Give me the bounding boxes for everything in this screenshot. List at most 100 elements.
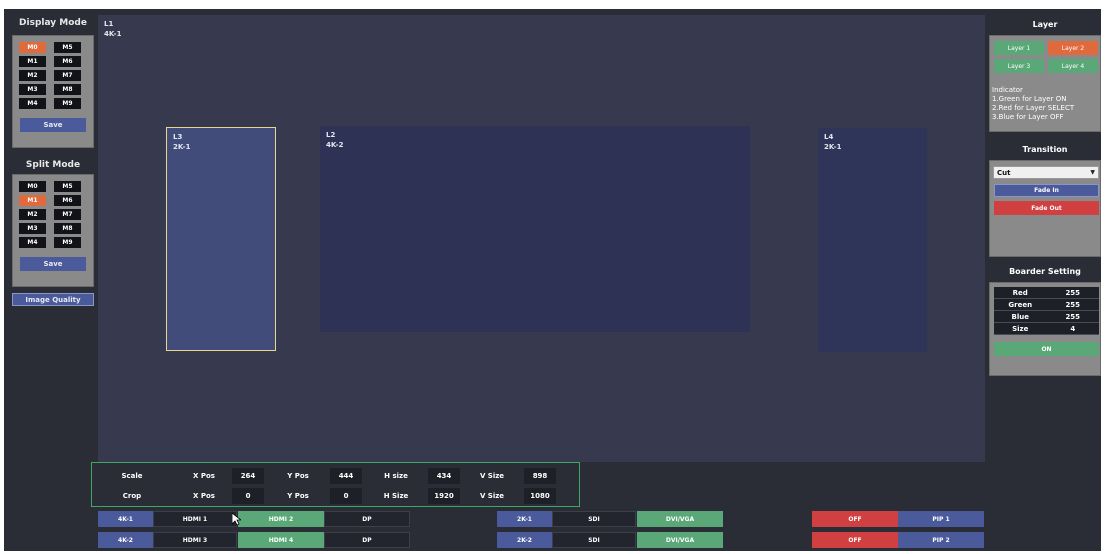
source-dvi-vga-1-button[interactable]: DVI/VGA bbox=[637, 511, 723, 527]
layer-l3[interactable]: L3 2K-1 bbox=[166, 127, 276, 351]
display-mode-m4-button[interactable]: M4 bbox=[19, 98, 46, 109]
source-sdi-2-button[interactable]: SDI bbox=[552, 532, 636, 548]
scale-hsize-value[interactable]: 434 bbox=[428, 468, 460, 484]
crop-label: Crop bbox=[122, 492, 142, 500]
layer-l1-id: L1 bbox=[104, 20, 114, 28]
source-sdi-1-button[interactable]: SDI bbox=[552, 511, 636, 527]
split-mode-m8-button[interactable]: M8 bbox=[54, 223, 81, 234]
split-mode-m6-button[interactable]: M6 bbox=[54, 195, 81, 206]
indicator-line-3: 3.Blue for Layer OFF bbox=[992, 113, 1064, 121]
display-mode-title: Display Mode bbox=[19, 18, 87, 28]
source-hdmi-2-button[interactable]: HDMI 2 bbox=[238, 511, 324, 527]
source-4k-2-button[interactable]: 4K-2 bbox=[98, 532, 153, 548]
layer-1-button[interactable]: Layer 1 bbox=[994, 41, 1044, 55]
split-mode-m7-button[interactable]: M7 bbox=[54, 209, 81, 220]
layer-4-button[interactable]: Layer 4 bbox=[1048, 59, 1098, 73]
split-mode-m3-button[interactable]: M3 bbox=[19, 223, 46, 234]
crop-vsize-value[interactable]: 1080 bbox=[524, 488, 556, 504]
scale-xpos-value[interactable]: 264 bbox=[232, 468, 264, 484]
split-mode-m4-button[interactable]: M4 bbox=[19, 237, 46, 248]
crop-hsize-label: H Size bbox=[383, 492, 409, 500]
source-dp-1-button[interactable]: DP bbox=[324, 511, 410, 527]
fade-out-button[interactable]: Fade Out bbox=[994, 201, 1099, 215]
layer-l2-source: 4K-2 bbox=[326, 141, 344, 149]
crop-xpos-value[interactable]: 0 bbox=[232, 488, 264, 504]
border-blue-row: Blue 255 bbox=[994, 311, 1099, 323]
border-red-row: Red 255 bbox=[994, 287, 1099, 299]
crop-xpos-label: X Pos bbox=[193, 492, 215, 500]
layer-3-button[interactable]: Layer 3 bbox=[994, 59, 1044, 73]
display-mode-m9-button[interactable]: M9 bbox=[54, 98, 81, 109]
display-mode-m2-button[interactable]: M2 bbox=[19, 70, 46, 81]
scale-vsize-value[interactable]: 898 bbox=[524, 468, 556, 484]
border-blue-value[interactable]: 255 bbox=[1047, 311, 1100, 322]
crop-hsize-value[interactable]: 1920 bbox=[428, 488, 460, 504]
split-mode-panel: M0 M5 M1 M6 M2 M7 M3 M8 M4 M9 Save bbox=[12, 174, 94, 287]
crop-ypos-value[interactable]: 0 bbox=[330, 488, 362, 504]
split-mode-title: Split Mode bbox=[25, 160, 81, 170]
image-quality-button[interactable]: Image Quality bbox=[12, 293, 94, 306]
border-size-label: Size bbox=[1012, 324, 1029, 333]
source-hdmi-1-button[interactable]: HDMI 1 bbox=[153, 511, 237, 527]
indicator-title: Indicator bbox=[992, 86, 1023, 94]
scale-ypos-label: Y Pos bbox=[287, 472, 309, 480]
split-mode-save-button[interactable]: Save bbox=[20, 257, 86, 271]
scale-xpos-label: X Pos bbox=[193, 472, 215, 480]
source-dvi-vga-2-button[interactable]: DVI/VGA bbox=[637, 532, 723, 548]
position-params-panel: Scale X Pos 264 Y Pos 444 H size 434 V S… bbox=[91, 462, 580, 507]
display-mode-m8-button[interactable]: M8 bbox=[54, 84, 81, 95]
border-setting-table: Red 255 Green 255 Blue 255 Size 4 bbox=[994, 287, 1099, 335]
source-2k-2-button[interactable]: 2K-2 bbox=[497, 532, 552, 548]
border-size-value[interactable]: 4 bbox=[1047, 323, 1100, 334]
border-red-label: Red bbox=[1012, 288, 1028, 297]
layer-l4[interactable]: L4 2K-1 bbox=[818, 128, 927, 352]
indicator-line-1: 1.Green for Layer ON bbox=[992, 95, 1067, 103]
transition-select[interactable]: Cut ▼ bbox=[993, 166, 1099, 179]
pip-1-button[interactable]: PIP 1 bbox=[898, 511, 984, 527]
source-dp-2-button[interactable]: DP bbox=[324, 532, 410, 548]
chevron-down-icon: ▼ bbox=[1090, 169, 1095, 176]
border-red-value[interactable]: 255 bbox=[1047, 287, 1100, 298]
border-setting-title: Boarder Setting bbox=[1009, 267, 1081, 276]
app-window: Display Mode M0 M5 M1 M6 M2 M7 M3 M8 M4 … bbox=[0, 0, 1105, 554]
border-on-toggle[interactable]: ON bbox=[994, 342, 1099, 356]
layer-l2[interactable]: L2 4K-2 bbox=[320, 126, 750, 332]
split-mode-m1-button[interactable]: M1 bbox=[19, 195, 46, 206]
split-mode-m0-button[interactable]: M0 bbox=[19, 181, 46, 192]
layer-l3-source: 2K-1 bbox=[173, 143, 191, 151]
border-green-value[interactable]: 255 bbox=[1047, 299, 1100, 310]
layer-indicator-legend: Indicator 1.Green for Layer ON 2.Red for… bbox=[992, 86, 1074, 122]
split-mode-m2-button[interactable]: M2 bbox=[19, 209, 46, 220]
pip-2-off-button[interactable]: OFF bbox=[812, 532, 898, 548]
crop-vsize-label: V Size bbox=[479, 492, 505, 500]
layer-2-button[interactable]: Layer 2 bbox=[1048, 41, 1098, 55]
transition-select-value: Cut bbox=[997, 168, 1011, 177]
fade-in-button[interactable]: Fade In bbox=[994, 184, 1099, 197]
pip-1-off-button[interactable]: OFF bbox=[812, 511, 898, 527]
display-mode-m1-button[interactable]: M1 bbox=[19, 56, 46, 67]
border-green-label: Green bbox=[1008, 300, 1033, 309]
pip-2-button[interactable]: PIP 2 bbox=[898, 532, 984, 548]
source-2k-1-button[interactable]: 2K-1 bbox=[497, 511, 552, 527]
border-blue-label: Blue bbox=[1011, 312, 1029, 321]
scale-ypos-value[interactable]: 444 bbox=[330, 468, 362, 484]
layer-l4-id: L4 bbox=[824, 133, 834, 141]
display-mode-m3-button[interactable]: M3 bbox=[19, 84, 46, 95]
source-hdmi-3-button[interactable]: HDMI 3 bbox=[153, 532, 237, 548]
split-mode-m9-button[interactable]: M9 bbox=[54, 237, 81, 248]
display-mode-panel: M0 M5 M1 M6 M2 M7 M3 M8 M4 M9 Save bbox=[12, 35, 94, 148]
display-mode-m5-button[interactable]: M5 bbox=[54, 42, 81, 53]
display-mode-save-button[interactable]: Save bbox=[20, 118, 86, 132]
layout-canvas[interactable]: L1 4K-1 L2 4K-2 L3 2K-1 L4 2K-1 bbox=[98, 15, 985, 462]
display-mode-m6-button[interactable]: M6 bbox=[54, 56, 81, 67]
source-4k-1-button[interactable]: 4K-1 bbox=[98, 511, 153, 527]
scale-hsize-label: H size bbox=[384, 472, 408, 480]
split-mode-m5-button[interactable]: M5 bbox=[54, 181, 81, 192]
source-hdmi-4-button[interactable]: HDMI 4 bbox=[238, 532, 324, 548]
scale-label: Scale bbox=[121, 472, 143, 480]
display-mode-m0-button[interactable]: M0 bbox=[19, 42, 46, 53]
mouse-cursor-icon bbox=[232, 513, 241, 526]
border-size-row: Size 4 bbox=[994, 323, 1099, 335]
layer-l4-source: 2K-1 bbox=[824, 143, 842, 151]
display-mode-m7-button[interactable]: M7 bbox=[54, 70, 81, 81]
